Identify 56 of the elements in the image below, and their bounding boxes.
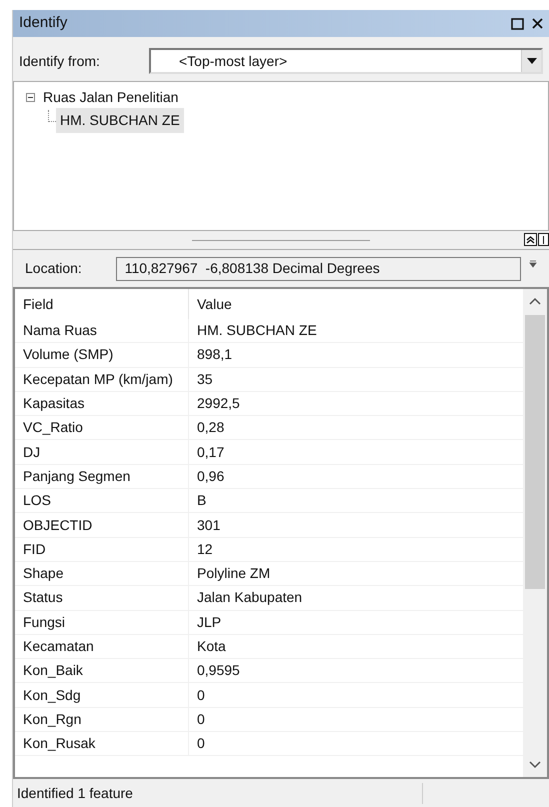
scroll-up-icon[interactable] bbox=[529, 297, 541, 305]
scrollbar[interactable] bbox=[523, 289, 547, 777]
table-cell-text: JLP bbox=[196, 612, 222, 632]
table-cell-text: 301 bbox=[196, 516, 220, 535]
table-cell: Panjang Segmen bbox=[15, 464, 189, 488]
table-cell: Kon_Baik bbox=[15, 659, 189, 682]
location-field: 110,827967 -6,808138 Decimal Degrees bbox=[116, 256, 522, 280]
table-cell-text: 0,96 bbox=[196, 466, 224, 486]
scroll-thumb[interactable] bbox=[525, 315, 545, 589]
column-header[interactable]: Field bbox=[15, 289, 189, 319]
table-cell-text: 35 bbox=[196, 370, 213, 389]
table-cell-text: 0 bbox=[196, 734, 205, 754]
table-cell: FID bbox=[15, 538, 189, 561]
table-cell-text: Kota bbox=[196, 637, 226, 656]
table-cell: Nama Ruas bbox=[15, 319, 189, 342]
dropdown-arrow-icon[interactable] bbox=[529, 260, 537, 268]
collapse-icon[interactable] bbox=[26, 92, 35, 102]
status-text: Identified 1 feature bbox=[13, 782, 423, 804]
table-cell-text: 0,28 bbox=[196, 418, 224, 438]
table-cell: Kecamatan bbox=[15, 634, 189, 658]
table-cell-text: 12 bbox=[196, 540, 213, 559]
table-cell: OBJECTID bbox=[15, 513, 189, 537]
close-icon[interactable] bbox=[532, 18, 543, 29]
table-cell-text: Polyline ZM bbox=[196, 564, 270, 584]
maximize-icon[interactable] bbox=[511, 18, 524, 30]
table-cell-text: 2992,5 bbox=[196, 394, 240, 414]
table-cell-text: Jalan Kabupaten bbox=[196, 588, 302, 608]
table-cell-text: 0 bbox=[196, 686, 205, 705]
table-cell: Shape bbox=[15, 562, 189, 586]
location-label: Location: bbox=[25, 259, 83, 278]
table-cell-text: B bbox=[196, 491, 206, 510]
table-cell: LOS bbox=[15, 489, 189, 512]
table-cell: Kon_Rusak bbox=[15, 732, 189, 756]
table-cell: DJ bbox=[15, 440, 189, 464]
scroll-down-icon[interactable] bbox=[529, 761, 541, 769]
table-cell-text: 0,9595 bbox=[196, 661, 240, 680]
table-cell: Status bbox=[15, 586, 189, 610]
layer-dropdown[interactable]: <Top-most layer> bbox=[149, 48, 543, 74]
table-cell-text: 0,17 bbox=[196, 442, 224, 462]
window-title: Identify bbox=[19, 13, 68, 34]
identify-from-label: Identify from: bbox=[19, 52, 101, 71]
table-cell: Kapasitas bbox=[15, 392, 189, 416]
table-cell: Kecepatan MP (km/jam) bbox=[15, 368, 189, 391]
tree-item[interactable]: HM. SUBCHAN ZE bbox=[56, 108, 184, 132]
table-cell: VC_Ratio bbox=[15, 416, 189, 440]
column-header[interactable]: Value bbox=[189, 294, 232, 314]
table-cell-text: 898,1 bbox=[196, 345, 232, 364]
table-cell: Kon_Sdg bbox=[15, 683, 189, 707]
pane-icon[interactable] bbox=[538, 233, 549, 246]
table-cell: Fungsi bbox=[15, 610, 189, 634]
table-cell-text: HM. SUBCHAN ZE bbox=[196, 321, 317, 340]
tree-item[interactable]: Ruas Jalan Penelitian bbox=[39, 86, 182, 108]
table-cell: Kon_Rgn bbox=[15, 708, 189, 732]
collapse-panel-icon[interactable] bbox=[524, 233, 537, 246]
table-cell: Volume (SMP) bbox=[15, 343, 189, 367]
table-cell-text: 0 bbox=[196, 710, 205, 729]
